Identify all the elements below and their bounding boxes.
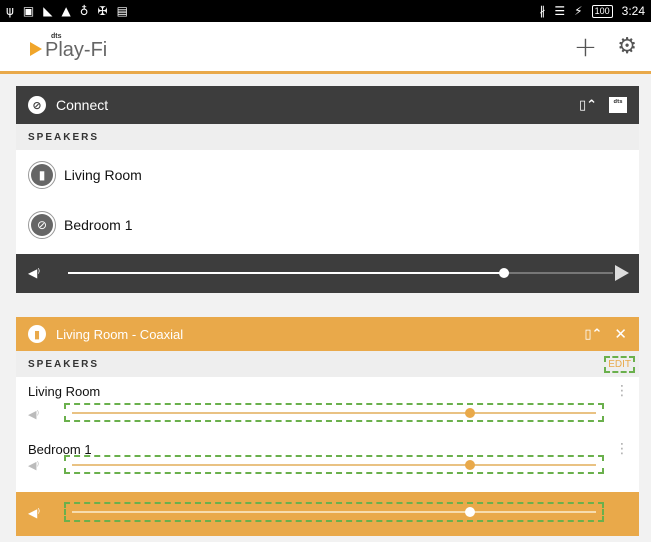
volume-icon: ◀⁾ xyxy=(28,408,40,421)
speaker-row-bedroom-1[interactable]: ⊘ Bedroom 1 xyxy=(16,200,639,250)
link-icon: ⊘ xyxy=(28,96,46,114)
bluetooth-icon: ∦ xyxy=(539,4,546,18)
wifi-icon: ◣ xyxy=(43,4,53,18)
close-icon[interactable]: ✕ xyxy=(614,325,627,343)
speaker-icon: ▮ xyxy=(28,161,56,189)
gear-icon[interactable]: ⚙ xyxy=(617,35,637,58)
wifi-signal-icon: ☰ xyxy=(554,4,566,18)
location-icon: ♁ xyxy=(79,4,89,18)
expand-speakers-icon[interactable]: ▯⌃ xyxy=(579,98,597,113)
link-icon: ⊘ xyxy=(28,211,56,239)
master-volume-bar: ◀⁾ xyxy=(16,492,639,536)
connect-header: ⊘ Connect ▯⌃ dts xyxy=(16,86,639,124)
speakers-section-label: SPEAKERS xyxy=(16,124,639,150)
battery-level: 100 xyxy=(591,4,613,18)
bedroom-1-volume-slider[interactable] xyxy=(64,455,604,474)
logo-text: Play-Fi xyxy=(45,39,108,61)
image-icon: ▣ xyxy=(22,4,35,18)
play-fi-logo: dts Play-Fi xyxy=(30,33,107,60)
connect-volume-slider[interactable] xyxy=(68,268,613,278)
zone-title: Living Room - Coaxial xyxy=(56,326,184,342)
status-bar: ψ ▣ ◣ ▲ ♁ ✠ ▤ ∦ ☰ ⚡ 100 3:24 xyxy=(0,0,651,22)
speaker-icon: ▮ xyxy=(28,325,46,343)
alert-icon: ▲ xyxy=(61,4,71,18)
usb-debug-icon: ✠ xyxy=(97,4,108,18)
clock: 3:24 xyxy=(621,4,645,18)
volume-fill xyxy=(68,272,504,274)
play-icon[interactable] xyxy=(615,265,629,281)
app-bar: dts Play-Fi + ⚙ xyxy=(0,22,651,74)
charging-icon: ⚡ xyxy=(574,4,583,18)
zone-header: ▮ Living Room - Coaxial ▯⌃ ✕ xyxy=(16,317,639,351)
sim-icon: ▤ xyxy=(116,4,128,18)
connect-volume-bar: ◀⁾ xyxy=(16,254,639,293)
speaker-name: Living Room xyxy=(64,167,142,183)
speaker-row-living-room[interactable]: ▮ Living Room xyxy=(16,150,639,200)
volume-icon: ◀⁾ xyxy=(28,459,40,472)
zone-row-bedroom-1: Bedroom 1 ⋮ ◀⁾ xyxy=(16,435,639,493)
speakers-section-label: SPEAKERS xyxy=(16,351,639,377)
edit-button[interactable]: EDIT xyxy=(604,356,635,373)
plus-icon[interactable]: + xyxy=(574,32,597,61)
volume-icon: ◀⁾ xyxy=(28,506,41,520)
volume-thumb[interactable] xyxy=(465,408,476,418)
zone-name: Living Room xyxy=(28,384,101,399)
speaker-name: Bedroom 1 xyxy=(64,217,133,233)
volume-thumb[interactable] xyxy=(465,460,476,470)
volume-thumb[interactable] xyxy=(499,268,509,278)
expand-speakers-icon[interactable]: ▯⌃ xyxy=(584,327,602,342)
connect-title: Connect xyxy=(56,97,109,113)
zone-card: ▮ Living Room - Coaxial ▯⌃ ✕ SPEAKERS ED… xyxy=(16,317,639,536)
dts-badge-icon[interactable]: dts xyxy=(609,97,627,113)
living-room-volume-slider[interactable] xyxy=(64,403,604,422)
logo-triangle-icon xyxy=(30,42,42,56)
zone-row-living-room: Living Room ⋮ ◀⁾ xyxy=(16,377,639,435)
master-volume-slider[interactable] xyxy=(64,502,604,522)
connect-card: ⊘ Connect ▯⌃ dts SPEAKERS ▮ Living Room … xyxy=(16,86,639,293)
volume-icon: ◀⁾ xyxy=(28,266,41,280)
more-options-icon[interactable]: ⋮ xyxy=(615,383,629,399)
more-options-icon[interactable]: ⋮ xyxy=(615,441,629,457)
volume-thumb[interactable] xyxy=(465,507,476,517)
usb-icon: ψ xyxy=(6,4,14,18)
